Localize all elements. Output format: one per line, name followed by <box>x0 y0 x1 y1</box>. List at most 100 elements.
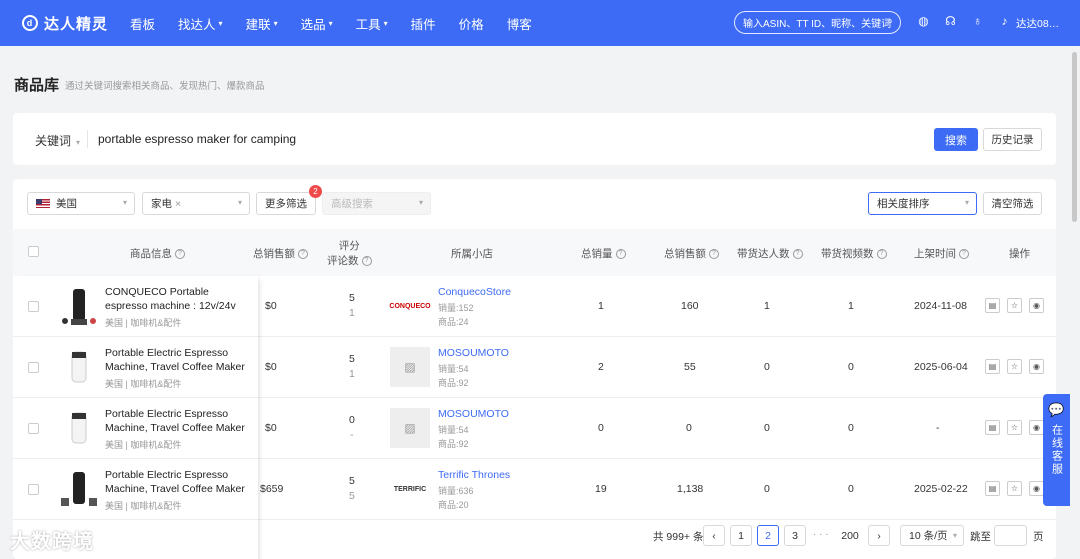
pagination-ellipsis[interactable]: · · · <box>813 529 829 540</box>
advanced-search-select[interactable]: 高级搜索 ▾ <box>322 192 431 215</box>
table-row[interactable]: CONQUECO Portable espresso machine : 12v… <box>13 276 1056 337</box>
watermark: 大数跨境 <box>10 531 94 553</box>
star-icon[interactable]: ☆ <box>1007 298 1022 313</box>
prev-page-button[interactable]: ‹ <box>703 525 725 546</box>
product-thumbnail[interactable] <box>57 346 101 390</box>
chevron-down-icon: ▾ <box>273 18 278 28</box>
nav-item-find-creators[interactable]: 找达人 ▾ <box>178 14 223 33</box>
chevron-left-icon: ‹ <box>712 529 716 542</box>
creator-count: 0 <box>764 422 770 434</box>
nav-item-pricing[interactable]: 价格 <box>459 14 484 33</box>
col-total-sales[interactable]: 总销量? <box>581 246 626 261</box>
nav-item-product-selection[interactable]: 选品 ▾ <box>301 14 333 33</box>
shop-name[interactable]: MOSOUMOTO <box>438 347 509 359</box>
product-name[interactable]: Portable Electric Espresso Machine, Trav… <box>105 468 253 496</box>
eye-icon[interactable]: ◉ <box>1029 298 1044 313</box>
jump-page-input[interactable] <box>994 525 1027 546</box>
keyword-input[interactable]: portable espresso maker for camping <box>98 132 296 146</box>
table-row[interactable]: Portable Electric Espresso Machine, Trav… <box>13 459 1056 520</box>
col-videos[interactable]: 带货视频数? <box>821 246 887 261</box>
globe-icon[interactable]: ◍ <box>910 14 937 28</box>
rating: 0 <box>349 414 355 426</box>
rating: 5 <box>349 292 355 304</box>
clear-tag-icon[interactable]: × <box>175 198 181 210</box>
help-icon: ? <box>615 249 626 260</box>
total-amount: 1,138 <box>677 483 704 495</box>
product-thumbnail[interactable] <box>57 468 101 512</box>
page-last[interactable]: 200 <box>838 525 862 546</box>
shop-logo-placeholder[interactable]: ▨ <box>390 408 430 448</box>
page-size-select[interactable]: 10 条/页 ▾ <box>900 525 964 546</box>
row-checkbox[interactable] <box>28 484 39 495</box>
row-checkbox[interactable] <box>28 362 39 373</box>
clear-filters-button[interactable]: 清空筛选 <box>983 192 1042 215</box>
col-shop: 所属小店 <box>451 248 493 260</box>
shop-logo[interactable]: CONQUECO <box>389 286 431 326</box>
col-listed-time[interactable]: 上架时间? <box>914 246 969 261</box>
nav-item-blog[interactable]: 博客 <box>507 14 532 33</box>
star-icon[interactable]: ☆ <box>1007 481 1022 496</box>
sort-select[interactable]: 相关度排序 ▾ <box>868 192 977 215</box>
detail-icon[interactable]: ▤ <box>985 481 1000 496</box>
col-creators[interactable]: 带货达人数? <box>737 246 803 261</box>
eye-icon[interactable]: ◉ <box>1029 359 1044 374</box>
nav-item-outreach[interactable]: 建联 ▾ <box>246 14 278 33</box>
detail-icon[interactable]: ▤ <box>985 298 1000 313</box>
page-3[interactable]: 3 <box>784 525 806 546</box>
detail-icon[interactable]: ▤ <box>985 420 1000 435</box>
product-name[interactable]: Portable Electric Espresso Machine, Trav… <box>105 407 253 435</box>
product-thumbnail[interactable] <box>57 407 101 451</box>
shop-sales: 销量:54 <box>438 364 469 374</box>
table-row[interactable]: Portable Electric Espresso Machine, Trav… <box>13 337 1056 398</box>
search-icon[interactable]: ⌕ <box>887 16 893 27</box>
row-checkbox[interactable] <box>28 423 39 434</box>
bell-icon[interactable]: ♪ <box>991 14 1018 28</box>
product-category: 美国 | 咖啡机&配件 <box>105 318 182 328</box>
col-rating[interactable]: 评分 评论数? <box>327 239 372 269</box>
product-name[interactable]: CONQUECO Portable espresso machine : 12v… <box>105 285 253 313</box>
search-field-select[interactable]: 关键词 ▾ <box>35 132 80 149</box>
video-count: 0 <box>848 361 854 373</box>
country-select[interactable]: 美国 ▾ <box>27 192 135 215</box>
row-checkbox[interactable] <box>28 301 39 312</box>
star-icon[interactable]: ☆ <box>1007 359 1022 374</box>
user-menu[interactable]: 达达08… <box>1016 16 1059 31</box>
eye-icon[interactable]: ◉ <box>1029 481 1044 496</box>
shop-name[interactable]: MOSOUMOTO <box>438 408 509 420</box>
page-2-current[interactable]: 2 <box>757 525 779 546</box>
more-filters-button[interactable]: 更多筛选 <box>256 192 316 215</box>
table-row[interactable]: Portable Electric Espresso Machine, Trav… <box>13 398 1056 459</box>
help-icon: ? <box>298 249 308 260</box>
page-scrollbar[interactable] <box>1072 52 1077 222</box>
headset-icon[interactable]: ☊ <box>937 14 964 28</box>
brand-logo[interactable]: d 达人精灵 <box>22 13 108 34</box>
eye-icon[interactable]: ◉ <box>1029 420 1044 435</box>
total-sales: 1 <box>598 300 604 312</box>
star-icon[interactable]: ☆ <box>1007 420 1022 435</box>
nav-item-kanban[interactable]: 看板 <box>130 14 155 33</box>
shop-sales: 销量:152 <box>438 303 474 313</box>
shop-name[interactable]: ConquecoStore <box>438 286 511 298</box>
col-sales-amount-partial[interactable]: ?总销售额 <box>253 246 308 261</box>
jump-label: 跳至 <box>970 531 991 543</box>
product-name[interactable]: Portable Electric Espresso Machine, Trav… <box>105 346 253 374</box>
lightbulb-icon[interactable]: ♁ <box>964 14 991 28</box>
nav-item-plugin[interactable]: 插件 <box>411 14 436 33</box>
product-thumbnail[interactable] <box>57 285 101 329</box>
global-search-input[interactable]: 输入ASIN、TT ID、昵称、关键词 ⌕ <box>734 11 901 34</box>
shop-logo[interactable]: TERRIFIC <box>390 469 430 509</box>
page-1[interactable]: 1 <box>730 525 752 546</box>
creator-count: 0 <box>764 361 770 373</box>
shop-logo-placeholder[interactable]: ▨ <box>390 347 430 387</box>
category-select[interactable]: 家电 × ▾ <box>142 192 250 215</box>
select-all-checkbox[interactable] <box>28 246 39 257</box>
online-service-button[interactable]: 💬 在线客服 <box>1043 394 1070 506</box>
keyword-search-card: 关键词 ▾ portable espresso maker for camping… <box>13 113 1056 165</box>
shop-name[interactable]: Terrific Thrones <box>438 469 510 481</box>
nav-item-tools[interactable]: 工具 ▾ <box>356 14 388 33</box>
search-button[interactable]: 搜索 <box>934 128 978 151</box>
detail-icon[interactable]: ▤ <box>985 359 1000 374</box>
col-total-amount[interactable]: 总销售额? <box>664 246 719 261</box>
next-page-button[interactable]: › <box>868 525 890 546</box>
history-button[interactable]: 历史记录 <box>983 128 1042 151</box>
